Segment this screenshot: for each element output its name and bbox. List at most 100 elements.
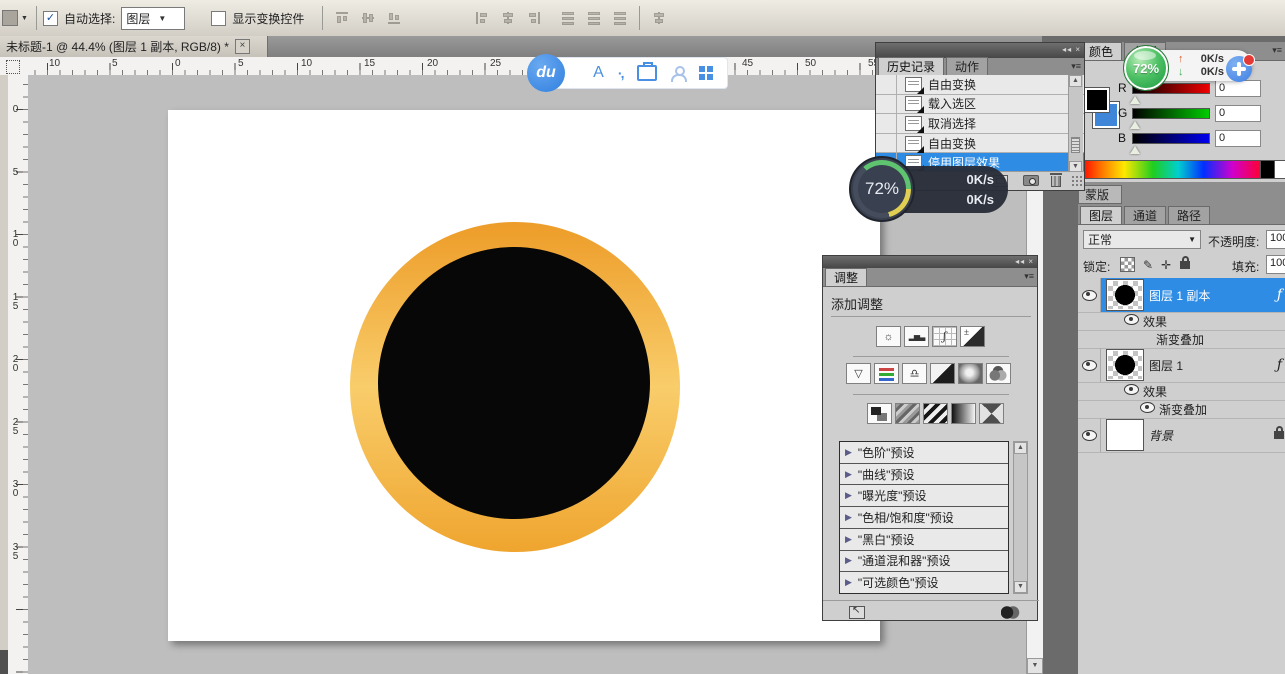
gradient-overlay-row[interactable]: 渐变叠加 — [1078, 400, 1285, 419]
ime-grid-menu-icon[interactable] — [699, 66, 713, 80]
preset-row[interactable]: ▶"曝光度"预设 — [840, 485, 1008, 507]
auto-align-layers-icon[interactable] — [651, 10, 667, 26]
ruler-origin-box[interactable] — [0, 57, 29, 76]
preset-row[interactable]: ▶"色阶"预设 — [840, 442, 1008, 464]
layer-effects-row[interactable]: 效果 — [1078, 382, 1285, 401]
history-item[interactable]: 取消选择 — [876, 114, 1084, 134]
adjustment-exposure-icon[interactable]: ± — [960, 326, 985, 347]
expand-triangle-icon[interactable]: ▶ — [845, 512, 852, 523]
panel-menu-icon[interactable]: ▾≡ — [1024, 271, 1034, 282]
presets-scrollbar[interactable]: ▲ ▼ — [1013, 441, 1028, 594]
eye-icon[interactable] — [1124, 384, 1139, 398]
history-source-checkbox[interactable] — [876, 75, 897, 94]
expand-triangle-icon[interactable]: ▶ — [845, 534, 852, 545]
align-top-edges-icon[interactable] — [334, 10, 350, 26]
adjustment-invert-icon[interactable] — [867, 403, 892, 424]
expand-triangle-icon[interactable]: ▶ — [845, 469, 852, 480]
preset-row[interactable]: ▶"通道混和器"预设 — [840, 551, 1008, 573]
adjustment-photo-filter-icon[interactable] — [958, 363, 983, 384]
blend-mode-dropdown[interactable]: 正常 ▼ — [1083, 230, 1201, 249]
auto-select-dropdown[interactable]: 图层 ▼ — [121, 7, 185, 30]
layer-thumbnail[interactable] — [1107, 350, 1143, 380]
blue-value-field[interactable]: 0 — [1215, 130, 1261, 147]
eye-icon[interactable] — [1078, 278, 1101, 312]
align-right-edges-icon[interactable] — [526, 10, 542, 26]
tab-color[interactable]: 颜色 — [1080, 42, 1122, 60]
tool-preset-picker[interactable]: ▼ — [0, 10, 30, 26]
ime-letter-mode-icon[interactable]: A — [593, 64, 604, 82]
adjustment-vibrance-icon[interactable]: ▽ — [846, 363, 871, 384]
opacity-field[interactable]: 100 — [1266, 230, 1285, 249]
clip-to-layer-icon[interactable] — [1001, 606, 1021, 619]
scroll-down-icon[interactable]: ▼ — [1014, 581, 1027, 593]
tab-layers[interactable]: 图层 — [1080, 206, 1122, 224]
blue-slider[interactable] — [1132, 133, 1210, 144]
adjustment-threshold-icon[interactable] — [923, 403, 948, 424]
ime-punctuation-icon[interactable]: ·, — [618, 65, 623, 81]
tab-paths[interactable]: 路径 — [1168, 206, 1210, 224]
adjustment-black-white-icon[interactable] — [930, 363, 955, 384]
spectrum-white-swatch[interactable] — [1274, 160, 1285, 179]
history-scrollbar[interactable]: ▲ ▼ — [1068, 75, 1083, 173]
lock-position-move-icon[interactable]: ✛ — [1161, 258, 1171, 272]
ime-account-icon[interactable] — [671, 66, 685, 80]
eye-icon[interactable] — [1124, 314, 1139, 328]
blue-slider-handle[interactable] — [1130, 146, 1140, 154]
layer-row-background[interactable]: 背景 — [1078, 418, 1285, 453]
layer-fx-icon[interactable]: ƒ — [1277, 287, 1282, 303]
canvas-document[interactable] — [168, 110, 880, 641]
scroll-up-icon[interactable]: ▲ — [1069, 75, 1082, 87]
layer-thumbnail[interactable] — [1107, 420, 1143, 450]
adjustment-curves-icon[interactable]: ʃ — [932, 326, 957, 347]
auto-select-checkbox[interactable]: ✓ — [43, 11, 58, 26]
fill-field[interactable]: 100 — [1266, 255, 1285, 274]
layer-row-copy[interactable]: 图层 1 副本 ƒ — [1078, 278, 1285, 313]
collapse-close-icons[interactable]: ◂◂ × — [1015, 257, 1034, 266]
scroll-up-icon[interactable]: ▲ — [1014, 442, 1027, 454]
switch-panel-view-icon[interactable] — [849, 606, 865, 619]
color-spectrum-bar[interactable] — [1080, 160, 1262, 179]
layer-fx-icon[interactable]: ƒ — [1277, 357, 1282, 373]
adjustment-hue-saturation-icon[interactable] — [874, 363, 899, 384]
ime-toolbox-icon[interactable] — [637, 65, 657, 81]
speed-ball-green[interactable]: 72% — [1124, 46, 1168, 90]
layer-row-1[interactable]: 图层 1 ƒ — [1078, 348, 1285, 383]
history-panel-titlebar[interactable]: ◂◂ × — [876, 43, 1084, 58]
scrollbar-thumb[interactable] — [1071, 137, 1080, 153]
adjustment-color-balance-icon[interactable]: ♎ — [902, 363, 927, 384]
preset-row[interactable]: ▶"曲线"预设 — [840, 464, 1008, 486]
gradient-overlay-row-disabled[interactable]: 渐变叠加 — [1078, 330, 1285, 349]
expand-triangle-icon[interactable]: ▶ — [845, 447, 852, 458]
preset-row[interactable]: ▶"色相/饱和度"预设 — [840, 507, 1008, 529]
eye-icon[interactable] — [1140, 402, 1155, 416]
delete-state-trash-icon[interactable] — [1051, 176, 1061, 187]
history-source-checkbox[interactable] — [876, 134, 897, 153]
lock-transparency-icon[interactable] — [1120, 257, 1135, 272]
distribute-top-edges-icon[interactable] — [560, 10, 576, 26]
panel-menu-icon[interactable]: ▾≡ — [1272, 45, 1282, 56]
align-left-edges-icon[interactable] — [474, 10, 490, 26]
panel-menu-icon[interactable]: ▾≡ — [1071, 61, 1081, 72]
show-transform-checkbox[interactable] — [211, 11, 226, 26]
speed-ball-dark[interactable]: 72% — [849, 156, 915, 222]
scroll-down-icon[interactable]: ▼ — [1027, 658, 1043, 674]
distribute-vertical-centers-icon[interactable] — [586, 10, 602, 26]
baidu-ime-logo[interactable]: du — [527, 54, 565, 92]
adjustment-selective-color-icon[interactable] — [979, 403, 1004, 424]
foreground-color-swatch[interactable] — [1085, 88, 1109, 112]
adjustment-posterize-icon[interactable] — [895, 403, 920, 424]
collapse-close-icons[interactable]: ◂◂ × — [1062, 45, 1081, 54]
adjustments-panel-titlebar[interactable]: ◂◂ × — [823, 256, 1037, 268]
adjustment-gradient-map-icon[interactable] — [951, 403, 976, 424]
eye-icon[interactable] — [1078, 418, 1101, 452]
adjustment-levels-icon[interactable]: ▂▅▃ — [904, 326, 929, 347]
history-item[interactable]: 自由变换 — [876, 75, 1084, 95]
history-source-checkbox[interactable] — [876, 95, 897, 114]
align-horizontal-centers-icon[interactable] — [500, 10, 516, 26]
green-value-field[interactable]: 0 — [1215, 105, 1261, 122]
history-source-checkbox[interactable] — [876, 114, 897, 133]
expand-triangle-icon[interactable]: ▶ — [845, 555, 852, 566]
document-tab[interactable]: 未标题-1 @ 44.4% (图层 1 副本, RGB/8) * × — [0, 36, 268, 57]
tab-history[interactable]: 历史记录 — [878, 57, 944, 75]
expand-triangle-icon[interactable]: ▶ — [845, 490, 852, 501]
